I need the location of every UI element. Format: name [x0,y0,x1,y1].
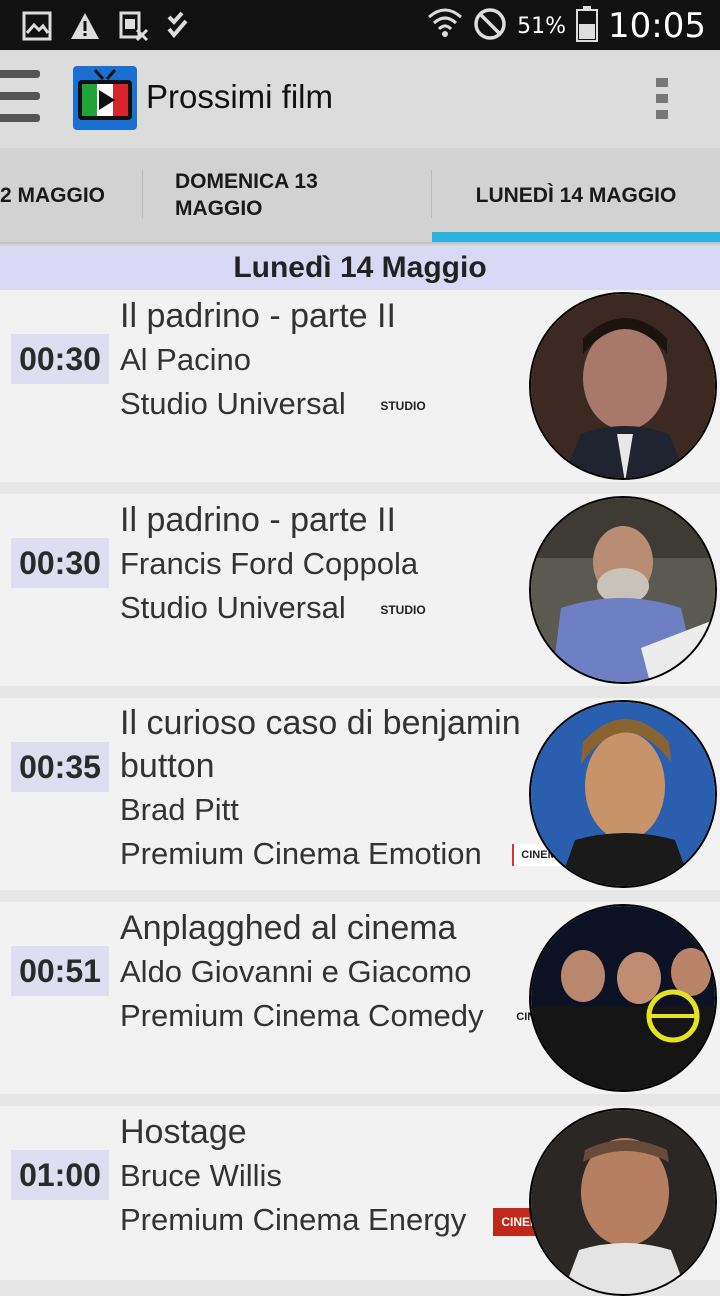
selected-tab-indicator [432,232,720,242]
avatar [529,700,717,888]
listing-channel: Premium Cinema Comedy [120,998,484,1033]
warning-icon [68,9,102,43]
listing-card[interactable]: 00:30 Il padrino - parte II Al Pacino St… [0,290,720,482]
tab-lunedi-14-maggio[interactable]: LUNEDÌ 14 MAGGIO [432,148,720,242]
listing-card[interactable]: 00:30 Il padrino - parte II Francis Ford… [0,494,720,686]
listing-time: 00:30 [11,334,109,384]
do-not-disturb-icon [473,7,507,45]
status-bar: 51% 10:05 [0,0,720,50]
tab-divider [142,170,143,218]
studio-universal-logo: STUDIO [376,600,430,620]
listing-time: 00:30 [11,538,109,588]
gallery-icon [20,9,54,43]
listing-time: 00:35 [11,742,109,792]
app-bar: Prossimi film [0,50,720,148]
avatar [529,904,717,1092]
listing-title: Il padrino - parte II [120,297,396,335]
listing-time: 00:51 [11,946,109,996]
listing-card[interactable]: 00:51 Anplagghed al cinema Aldo Giovanni… [0,902,720,1094]
tab-label: 2 MAGGIO [0,183,106,207]
listing-person: Aldo Giovanni e Giacomo [120,954,472,989]
listing-person: Bruce Willis [120,1158,282,1193]
wifi-icon [427,7,463,45]
app-logo-icon [73,66,137,130]
listing-title: Hostage [120,1113,247,1151]
listing-title: Il curioso caso di benjamin button [120,704,521,785]
listing-card[interactable]: 00:35 Il curioso caso di benjamin button… [0,698,720,890]
avatar [529,496,717,684]
listing-time: 01:00 [11,1150,109,1200]
listing-person: Brad Pitt [120,792,239,827]
clock: 10:05 [608,6,706,46]
listing-person: Francis Ford Coppola [120,546,419,581]
listing-person: Al Pacino [120,342,251,377]
tab-domenica-13-maggio[interactable]: DOMENICA 13 MAGGIO [175,148,405,242]
tasks-check-icon [164,9,198,43]
date-header: Lunedì 14 Maggio [0,246,720,290]
studio-universal-logo: STUDIO [376,396,430,416]
tab-label: LUNEDÌ 14 MAGGIO [475,183,677,207]
tab-12-maggio[interactable]: 2 MAGGIO [0,148,142,242]
avatar [529,292,717,480]
sim-off-icon [116,9,150,43]
app-title: Prossimi film [146,78,333,115]
hamburger-menu-icon[interactable] [0,70,42,130]
tab-label: DOMENICA 13 MAGGIO [175,170,318,220]
listing-channel: Premium Cinema Emotion [120,836,482,871]
day-tabs: 2 MAGGIO DOMENICA 13 MAGGIO LUNEDÌ 14 MA… [0,148,720,242]
listing-title: Anplagghed al cinema [120,909,457,947]
listing-channel: Studio Universal [120,590,346,625]
battery-percent: 51% [517,13,567,39]
listing-channel: Studio Universal [120,386,346,421]
channel-logo-text: STUDIO [380,399,426,413]
listing-card[interactable]: 01:00 Hostage Bruce Willis Premium Cinem… [0,1106,720,1296]
overflow-menu-icon[interactable] [656,78,670,122]
channel-logo-text: STUDIO [380,603,426,617]
avatar [529,1108,717,1296]
listing-title: Il padrino - parte II [120,501,396,539]
battery-icon [576,6,599,46]
